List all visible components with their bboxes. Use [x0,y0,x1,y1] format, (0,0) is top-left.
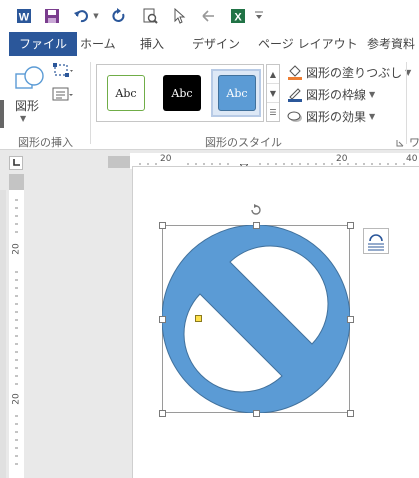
shapes-gallery-icon[interactable] [14,64,46,96]
undo-icon[interactable] [72,6,90,26]
redo-icon[interactable] [110,6,128,26]
ribbon-tabs: ファイル ホーム 挿入 デザイン ページ レイアウト 参考資料 [0,32,419,56]
resize-handle-top-left[interactable] [159,222,166,229]
shape-effects-label: 図形の効果 [306,109,367,124]
shapes-dropdown-icon[interactable]: ▼ [20,114,26,123]
layout-options-button[interactable] [363,228,389,254]
dialog-launcher-icon[interactable] [396,136,404,147]
group-divider [406,62,407,144]
word-icon: W [14,6,34,26]
gallery-more-icon[interactable]: ☰ [267,103,279,122]
customize-icon[interactable] [254,6,264,26]
tab-home[interactable]: ホーム [80,32,116,56]
shape-effects-button[interactable]: 図形の効果 ▼ [287,106,375,126]
document-page[interactable] [132,166,419,478]
shape-fill-button[interactable]: 図形の塗りつぶし ▼ [287,62,411,82]
window-edge [0,190,6,478]
shape-fill-label: 図形の塗りつぶし [306,65,403,80]
shape-outline-label: 図形の枠線 [306,87,367,102]
resize-handle-left[interactable] [159,316,166,323]
ruler-label: 20 [11,243,22,255]
shape-outline-dropdown-icon: ▼ [369,89,376,99]
tab-references[interactable]: 参考資料 [367,32,415,56]
tab-insert[interactable]: 挿入 [140,32,164,56]
resize-handle-top-right[interactable] [347,222,354,229]
ruler-label: 20 [160,154,172,164]
vertical-ruler[interactable]: 20 20 [9,190,24,478]
shape-effects-dropdown-icon: ▼ [369,111,376,121]
vertical-ruler-ticks [15,199,18,465]
ribbon: 図形 ▼ 図形の挿入 Abc Abc Abc ▲ ▼ ☰ 図形の塗りつぶし ▼ … [0,56,419,150]
tab-file[interactable]: ファイル [9,32,78,56]
resize-handle-bottom[interactable] [253,410,260,417]
quick-access-toolbar: W ▼ X [0,0,419,32]
excel-icon[interactable]: X [229,6,247,26]
ruler-label: 40 [406,154,418,164]
back-icon[interactable] [200,6,216,26]
tab-selector[interactable] [9,156,23,170]
shape-styles-gallery: Abc Abc Abc [96,64,264,122]
style-swatch-outline[interactable]: Abc [107,75,145,111]
shapes-button-label[interactable]: 図形 [15,97,39,114]
print-preview-icon[interactable] [141,6,159,26]
vertical-ruler-margin [9,174,24,190]
gallery-down-icon[interactable]: ▼ [267,84,279,103]
style-swatch-blue[interactable]: Abc [218,75,256,111]
gallery-scroll: ▲ ▼ ☰ [266,64,280,122]
save-icon[interactable] [42,6,62,26]
insert-shapes-group-label: 図形の挿入 [18,136,73,149]
window-edge [0,100,4,128]
no-symbol-shape[interactable] [162,225,350,413]
adjustment-handle[interactable] [195,315,202,322]
rotate-handle-icon[interactable] [249,203,263,217]
shape-outline-button[interactable]: 図形の枠線 ▼ [287,84,375,104]
ruler-label: 20 [336,154,348,164]
resize-handle-bottom-right[interactable] [347,410,354,417]
style-swatch-dark[interactable]: Abc [163,75,201,111]
resize-handle-top[interactable] [253,222,260,229]
svg-text:W: W [19,12,30,24]
pointer-icon[interactable] [171,6,187,26]
shape-effects-icon [287,108,303,124]
resize-handle-right[interactable] [347,316,354,323]
pencil-icon [287,86,303,102]
resize-handle-bottom-left[interactable] [159,410,166,417]
tab-design[interactable]: デザイン [192,32,240,56]
text-box-icon[interactable] [52,86,74,104]
group-divider [90,62,91,144]
edit-shape-icon[interactable] [52,62,74,80]
paint-bucket-icon [287,64,303,80]
undo-dropdown-icon[interactable]: ▼ [92,6,100,26]
gallery-up-icon[interactable]: ▲ [267,65,279,84]
next-group-label: ワ [409,136,419,149]
ruler-margin-left [108,156,130,168]
layout-options-icon [368,234,384,251]
tab-page-layout[interactable]: ページ レイアウト [258,32,358,56]
svg-text:X: X [234,12,242,24]
shape-styles-group-label: 図形のスタイル [205,136,282,149]
ruler-label: 20 [11,393,22,405]
